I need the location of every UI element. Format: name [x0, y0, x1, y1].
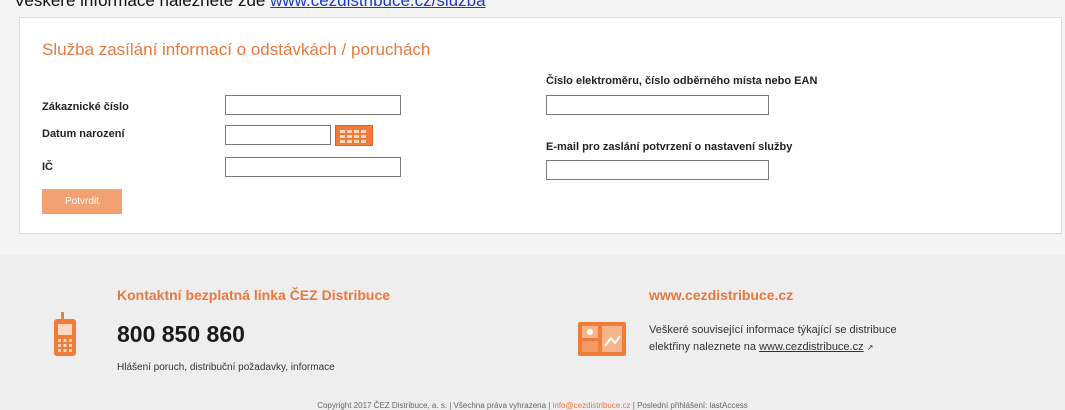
web-heading: www.cezdistribuce.cz	[649, 287, 794, 303]
globe-icon	[578, 322, 626, 356]
ic-input[interactable]	[225, 157, 401, 177]
web-desc-line2-text: elektřiny naleznete na	[649, 341, 757, 353]
birth-date-input[interactable]	[225, 125, 331, 145]
copyright-suffix: | Poslední přihlášení: lastAccess	[632, 401, 748, 410]
hotline-subtext: Hlášení poruch, distribuční požadavky, i…	[117, 362, 335, 373]
web-desc-line1: Veškeré související informace týkající s…	[649, 324, 897, 336]
form-title: Služba zasílání informací o odstávkách /…	[42, 40, 431, 59]
customer-number-label: Zákaznické číslo	[42, 101, 129, 113]
meter-label: Číslo elektroměru, číslo odběrného místa…	[546, 75, 818, 87]
web-description: Veškeré související informace týkající s…	[649, 322, 897, 356]
copyright-line: Copyright 2017 ČEZ Distribuce, a. s. | V…	[0, 401, 1065, 410]
external-link-icon: ↗	[866, 343, 874, 352]
customer-number-input[interactable]	[225, 95, 401, 115]
email-input[interactable]	[546, 160, 769, 180]
web-desc-link[interactable]: www.cezdistribuce.cz	[759, 341, 864, 353]
hotline-phone-number: 800 850 860	[117, 321, 245, 347]
top-info-text: Veškeré informace naleznete zde	[14, 0, 266, 10]
top-info-line: Veškeré informace naleznete zde www.cezd…	[14, 0, 486, 11]
copyright-text: Copyright 2017 ČEZ Distribuce, a. s. | V…	[317, 401, 551, 410]
sluzba-link[interactable]: www.cezdistribuce.cz/sluzba	[270, 0, 485, 10]
hotline-heading: Kontaktní bezplatná linka ČEZ Distribuce	[117, 287, 391, 303]
ic-label: IČ	[42, 161, 53, 173]
meter-input[interactable]	[546, 95, 769, 115]
submit-button[interactable]: Potvrdit	[42, 189, 122, 214]
birth-date-label: Datum narození	[42, 128, 125, 140]
service-form-panel: Služba zasílání informací o odstávkách /…	[19, 17, 1062, 234]
calendar-icon[interactable]	[335, 125, 373, 146]
copyright-email-link[interactable]: info@cezdistribuce.cz	[553, 401, 631, 410]
web-desc-line2: elektřiny naleznete na www.cezdistribuce…	[649, 339, 897, 356]
email-label: E-mail pro zaslání potvrzení o nastavení…	[546, 141, 793, 153]
phone-icon	[54, 312, 76, 356]
